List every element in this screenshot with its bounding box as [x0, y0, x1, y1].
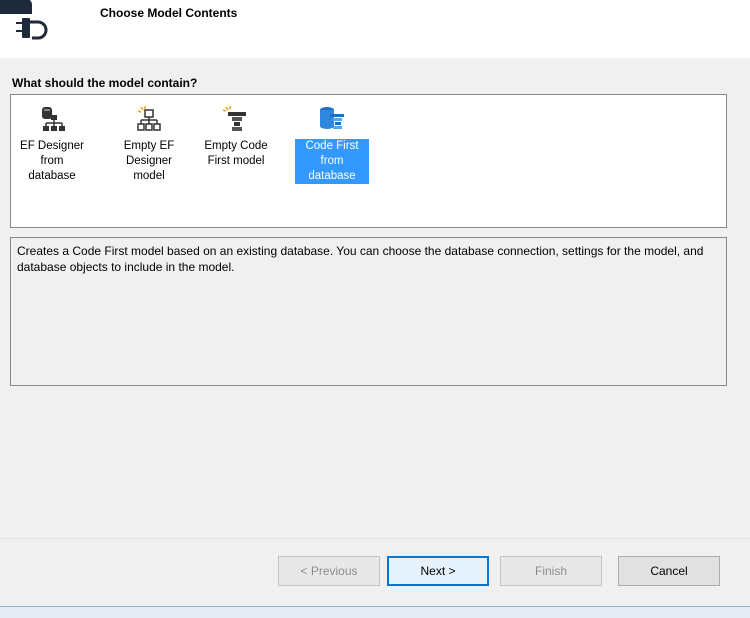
window-bottom-edge — [0, 606, 750, 618]
option-label: Code First from database — [295, 139, 369, 184]
option-empty-ef-designer-model[interactable]: Empty EF Designer model — [112, 103, 186, 205]
model-contents-label: What should the model contain? — [12, 76, 198, 90]
option-empty-code-first-model[interactable]: Empty Code First model — [199, 103, 273, 205]
cancel-button[interactable]: Cancel — [618, 556, 720, 586]
option-label: Empty EF Designer model — [123, 140, 175, 182]
previous-button[interactable]: < Previous — [278, 556, 380, 586]
next-button[interactable]: Next > — [387, 556, 489, 586]
option-label: EF Designer from database — [20, 140, 84, 182]
wizard-header: Choose Model Contents — [0, 0, 750, 58]
finish-button[interactable]: Finish — [500, 556, 602, 586]
footer-divider — [0, 538, 750, 539]
empty-code-icon — [222, 106, 246, 131]
database-hierarchy-icon — [42, 107, 65, 131]
option-label: Empty Code First model — [204, 140, 268, 167]
page-title: Choose Model Contents — [100, 6, 238, 20]
code-first-database-icon — [320, 107, 344, 129]
option-code-first-from-database[interactable]: Code First from database — [295, 103, 369, 205]
plug-database-icon — [0, 0, 48, 40]
empty-hierarchy-icon — [137, 106, 161, 131]
option-ef-designer-from-database[interactable]: EF Designer from database — [15, 103, 89, 205]
option-description: Creates a Code First model based on an e… — [10, 237, 727, 386]
model-options-list: EF Designer from database Empty EF Desig… — [10, 94, 727, 228]
